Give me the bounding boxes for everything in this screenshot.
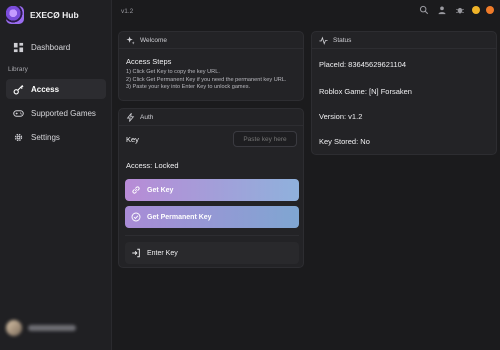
app-title: EXECØ Hub	[30, 10, 79, 20]
key-label: Key	[126, 135, 139, 144]
step-2: 2) Click Get Permanent Key if you need t…	[126, 76, 287, 83]
gamepad-icon	[13, 109, 24, 117]
card-title: Auth	[140, 113, 154, 121]
sparkle-icon	[126, 35, 135, 44]
sidebar-item-supported-games[interactable]: Supported Games	[6, 103, 106, 123]
welcome-card-header: Welcome	[119, 32, 303, 49]
card-title: Status	[333, 36, 352, 44]
minimize-dot[interactable]	[472, 6, 480, 14]
sidebar-item-label: Settings	[31, 132, 60, 142]
button-label: Get Key	[147, 186, 174, 194]
sidebar-item-label: Access	[31, 84, 60, 94]
auth-card-header: Auth	[119, 109, 303, 126]
key-input[interactable]	[233, 131, 297, 147]
button-label: Enter Key	[147, 249, 178, 257]
user-profile[interactable]	[6, 320, 76, 336]
check-circle-icon	[131, 212, 141, 222]
avatar	[6, 320, 22, 336]
brand: EXECØ Hub	[6, 6, 79, 24]
user-icon[interactable]	[436, 4, 448, 16]
sidebar-item-dashboard[interactable]: Dashboard	[6, 37, 106, 57]
status-version: Version: v1.2	[319, 112, 363, 121]
step-1: 1) Click Get Key to copy the key URL.	[126, 69, 220, 75]
sidebar-item-label: Supported Games	[31, 108, 96, 118]
auth-card: Auth Key Access: Locked Get Key Get Perm…	[118, 108, 304, 268]
search-icon[interactable]	[418, 4, 430, 16]
key-stored: Key Stored: No	[319, 137, 370, 146]
window-controls	[418, 4, 494, 16]
access-steps-list: 1) Click Get Key to copy the key URL. 2)…	[126, 69, 303, 92]
sidebar: EXECØ Hub Dashboard Library Access Suppo…	[0, 0, 112, 350]
version-label: v1.2	[121, 8, 134, 15]
sidebar-item-access[interactable]: Access	[6, 79, 106, 99]
sidebar-section-label: Library	[8, 66, 28, 73]
link-icon	[132, 186, 140, 194]
bug-icon[interactable]	[454, 4, 466, 16]
enter-key-button[interactable]: Enter Key	[125, 242, 299, 264]
card-title: Welcome	[140, 36, 167, 44]
login-icon	[132, 248, 140, 258]
access-status: Access: Locked	[126, 161, 179, 170]
gear-icon	[14, 133, 23, 141]
button-label: Get Permanent Key	[147, 213, 212, 221]
key-icon	[13, 84, 24, 94]
sidebar-item-settings[interactable]: Settings	[6, 127, 106, 147]
welcome-card: Welcome Access Steps 1) Click Get Key to…	[118, 31, 304, 101]
dashboard-icon	[13, 42, 24, 52]
place-id: PlaceId: 83645629621104	[319, 60, 407, 69]
status-card: Status PlaceId: 83645629621104 Roblox Ga…	[311, 31, 497, 155]
sidebar-item-label: Dashboard	[31, 42, 71, 52]
roblox-game: Roblox Game: [N] Forsaken	[319, 87, 412, 96]
step-3: 3) Paste your key into Enter Key to unlo…	[126, 84, 251, 91]
status-card-header: Status	[312, 32, 496, 49]
app-logo	[6, 6, 24, 24]
lightning-icon	[126, 112, 135, 122]
divider	[125, 235, 299, 236]
profile-name-redacted	[28, 325, 76, 331]
access-steps-title: Access Steps	[126, 57, 172, 66]
activity-icon	[319, 36, 328, 45]
get-key-button[interactable]: Get Key	[125, 179, 299, 201]
get-permanent-key-button[interactable]: Get Permanent Key	[125, 206, 299, 228]
close-dot[interactable]	[486, 6, 494, 14]
